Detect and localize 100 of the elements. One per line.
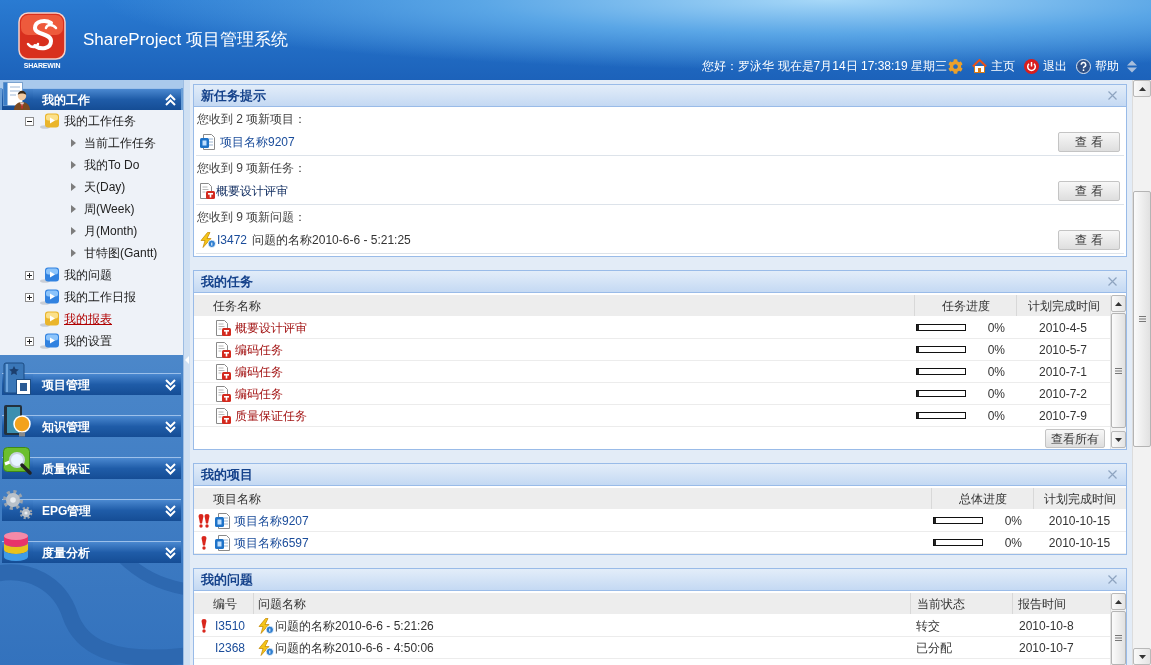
notice-text: 您收到 2 项新项目：	[197, 111, 307, 128]
progress-reading: 0%	[986, 385, 1005, 403]
lightning-icon	[258, 617, 274, 634]
section-header[interactable]: 知识管理	[33, 415, 181, 437]
task-link[interactable]: 质量保证任务	[235, 406, 307, 425]
scroll-up-button[interactable]	[1111, 593, 1126, 610]
scrollbar-thumb[interactable]	[1133, 191, 1151, 447]
scroll-up-button[interactable]	[1111, 295, 1126, 312]
play-tile-icon	[40, 113, 60, 129]
due-date: 2010-4-5	[1037, 319, 1088, 337]
home-icon	[972, 59, 987, 73]
tree-item[interactable]: 我的To Do	[84, 156, 140, 174]
tree-item[interactable]: 天(Day)	[84, 178, 126, 196]
project-link[interactable]: 项目名称9207	[220, 133, 295, 151]
column-header[interactable]: 任务名称	[194, 295, 914, 316]
notice-text: 您收到 9 项新问题：	[197, 209, 307, 226]
scrollbar-thumb[interactable]	[1111, 313, 1126, 428]
down-arrow-icon	[1115, 437, 1122, 442]
scroll-up-button[interactable]	[1133, 80, 1151, 97]
view-button[interactable]: 查 看	[1058, 181, 1120, 201]
logout-link[interactable]: 退出	[1024, 57, 1067, 75]
section-header[interactable]: 度量分析	[33, 541, 181, 563]
due-date: 2010-7-1	[1037, 363, 1088, 381]
task-link[interactable]: 概要设计评审	[235, 318, 307, 337]
column-header[interactable]: 当前状态	[910, 593, 1012, 614]
progress-reading: 0%	[1003, 534, 1022, 552]
collapse-toggle[interactable]	[25, 116, 34, 126]
double-chevron-down-icon[interactable]	[165, 546, 176, 559]
bullet-triangle-icon	[71, 249, 76, 257]
scrollbar-thumb[interactable]	[1111, 611, 1126, 665]
tree-item[interactable]: 甘特图(Gantt)	[84, 244, 158, 262]
expand-toggle[interactable]	[25, 336, 34, 346]
section-header[interactable]: 项目管理	[33, 373, 181, 395]
scroll-down-button[interactable]	[1111, 431, 1126, 448]
lightning-icon	[258, 639, 274, 656]
column-header[interactable]: 问题名称	[253, 593, 910, 614]
section-header[interactable]: 我的工作	[33, 88, 181, 110]
panel-title: 我的项目	[201, 465, 253, 484]
expand-toggle[interactable]	[25, 270, 34, 280]
section-header[interactable]: 质量保证	[33, 457, 181, 479]
progress-reading: 0%	[986, 341, 1005, 359]
project-document-icon	[215, 534, 230, 551]
home-link[interactable]: 主页	[972, 57, 1015, 75]
double-chevron-down-icon[interactable]	[165, 504, 176, 517]
issue-id-link[interactable]: I3510	[215, 616, 246, 635]
column-header[interactable]: 总体进度	[931, 488, 1033, 509]
project-document-icon	[215, 512, 230, 529]
grip-icon	[1115, 367, 1122, 374]
project-link[interactable]: 项目名称6597	[234, 533, 309, 552]
double-chevron-down-icon[interactable]	[165, 378, 176, 391]
tree-item[interactable]: 我的报表	[64, 310, 112, 328]
play-tile-icon	[40, 289, 60, 305]
task-document-icon	[216, 385, 231, 402]
due-date: 2010-10-15	[1047, 512, 1112, 530]
double-chevron-up-icon[interactable]	[165, 93, 176, 106]
bullet-triangle-icon	[71, 161, 76, 169]
column-header[interactable]: 计划完成时间	[1033, 488, 1126, 509]
status-text: 已分配	[915, 639, 953, 657]
issue-id-link[interactable]: I2368	[215, 638, 246, 657]
double-chevron-down-icon[interactable]	[165, 420, 176, 433]
task-document-icon	[200, 183, 215, 199]
project-link[interactable]: 项目名称9207	[234, 511, 309, 530]
page-scrollbar[interactable]	[1132, 80, 1151, 665]
view-button[interactable]: 查 看	[1058, 132, 1120, 152]
view-button[interactable]: 查 看	[1058, 230, 1120, 250]
notice-text: 您收到 9 项新任务：	[197, 160, 307, 177]
expand-toggle[interactable]	[25, 292, 34, 302]
tree-item[interactable]: 当前工作任务	[84, 134, 156, 152]
play-tile-icon	[40, 311, 60, 327]
settings-icon[interactable]	[948, 58, 963, 74]
tree-item[interactable]: 我的设置	[64, 332, 112, 350]
grip-icon	[1138, 316, 1146, 322]
tree-item[interactable]: 我的问题	[64, 266, 112, 284]
column-header[interactable]: 任务进度	[914, 295, 1016, 316]
help-icon	[1076, 58, 1091, 74]
progress-reading: 0%	[986, 407, 1005, 425]
tree-item[interactable]: 月(Month)	[84, 222, 138, 240]
lightning-icon	[200, 232, 216, 248]
task-link[interactable]: 概要设计评审	[216, 182, 288, 200]
scrollbar[interactable]	[1110, 295, 1126, 449]
double-chevron-down-icon[interactable]	[165, 462, 176, 475]
scroll-down-button[interactable]	[1133, 648, 1151, 665]
issue-title: 问题的名称2010-6-6 - 5:21:26	[275, 617, 434, 635]
panel-title: 我的任务	[201, 272, 253, 291]
column-header[interactable]: 编号	[194, 593, 253, 614]
up-down-arrows-icon[interactable]	[1127, 59, 1137, 73]
section-header[interactable]: EPG管理	[33, 499, 181, 521]
tree-item[interactable]: 我的工作任务	[64, 112, 136, 130]
tree-item[interactable]: 周(Week)	[84, 200, 135, 218]
scrollbar[interactable]	[1110, 593, 1126, 665]
tree-item[interactable]: 我的工作日报	[64, 288, 136, 306]
report-date: 2010-10-7	[1018, 639, 1075, 657]
database-icon	[2, 530, 33, 563]
column-header[interactable]: 项目名称	[194, 488, 931, 509]
task-link[interactable]: 编码任务	[235, 340, 283, 359]
task-link[interactable]: 编码任务	[235, 384, 283, 403]
issue-id-link[interactable]: I3472	[217, 231, 248, 249]
help-link[interactable]: 帮助	[1076, 57, 1119, 75]
task-link[interactable]: 编码任务	[235, 362, 283, 381]
view-all-button[interactable]: 查看所有	[1045, 428, 1105, 448]
